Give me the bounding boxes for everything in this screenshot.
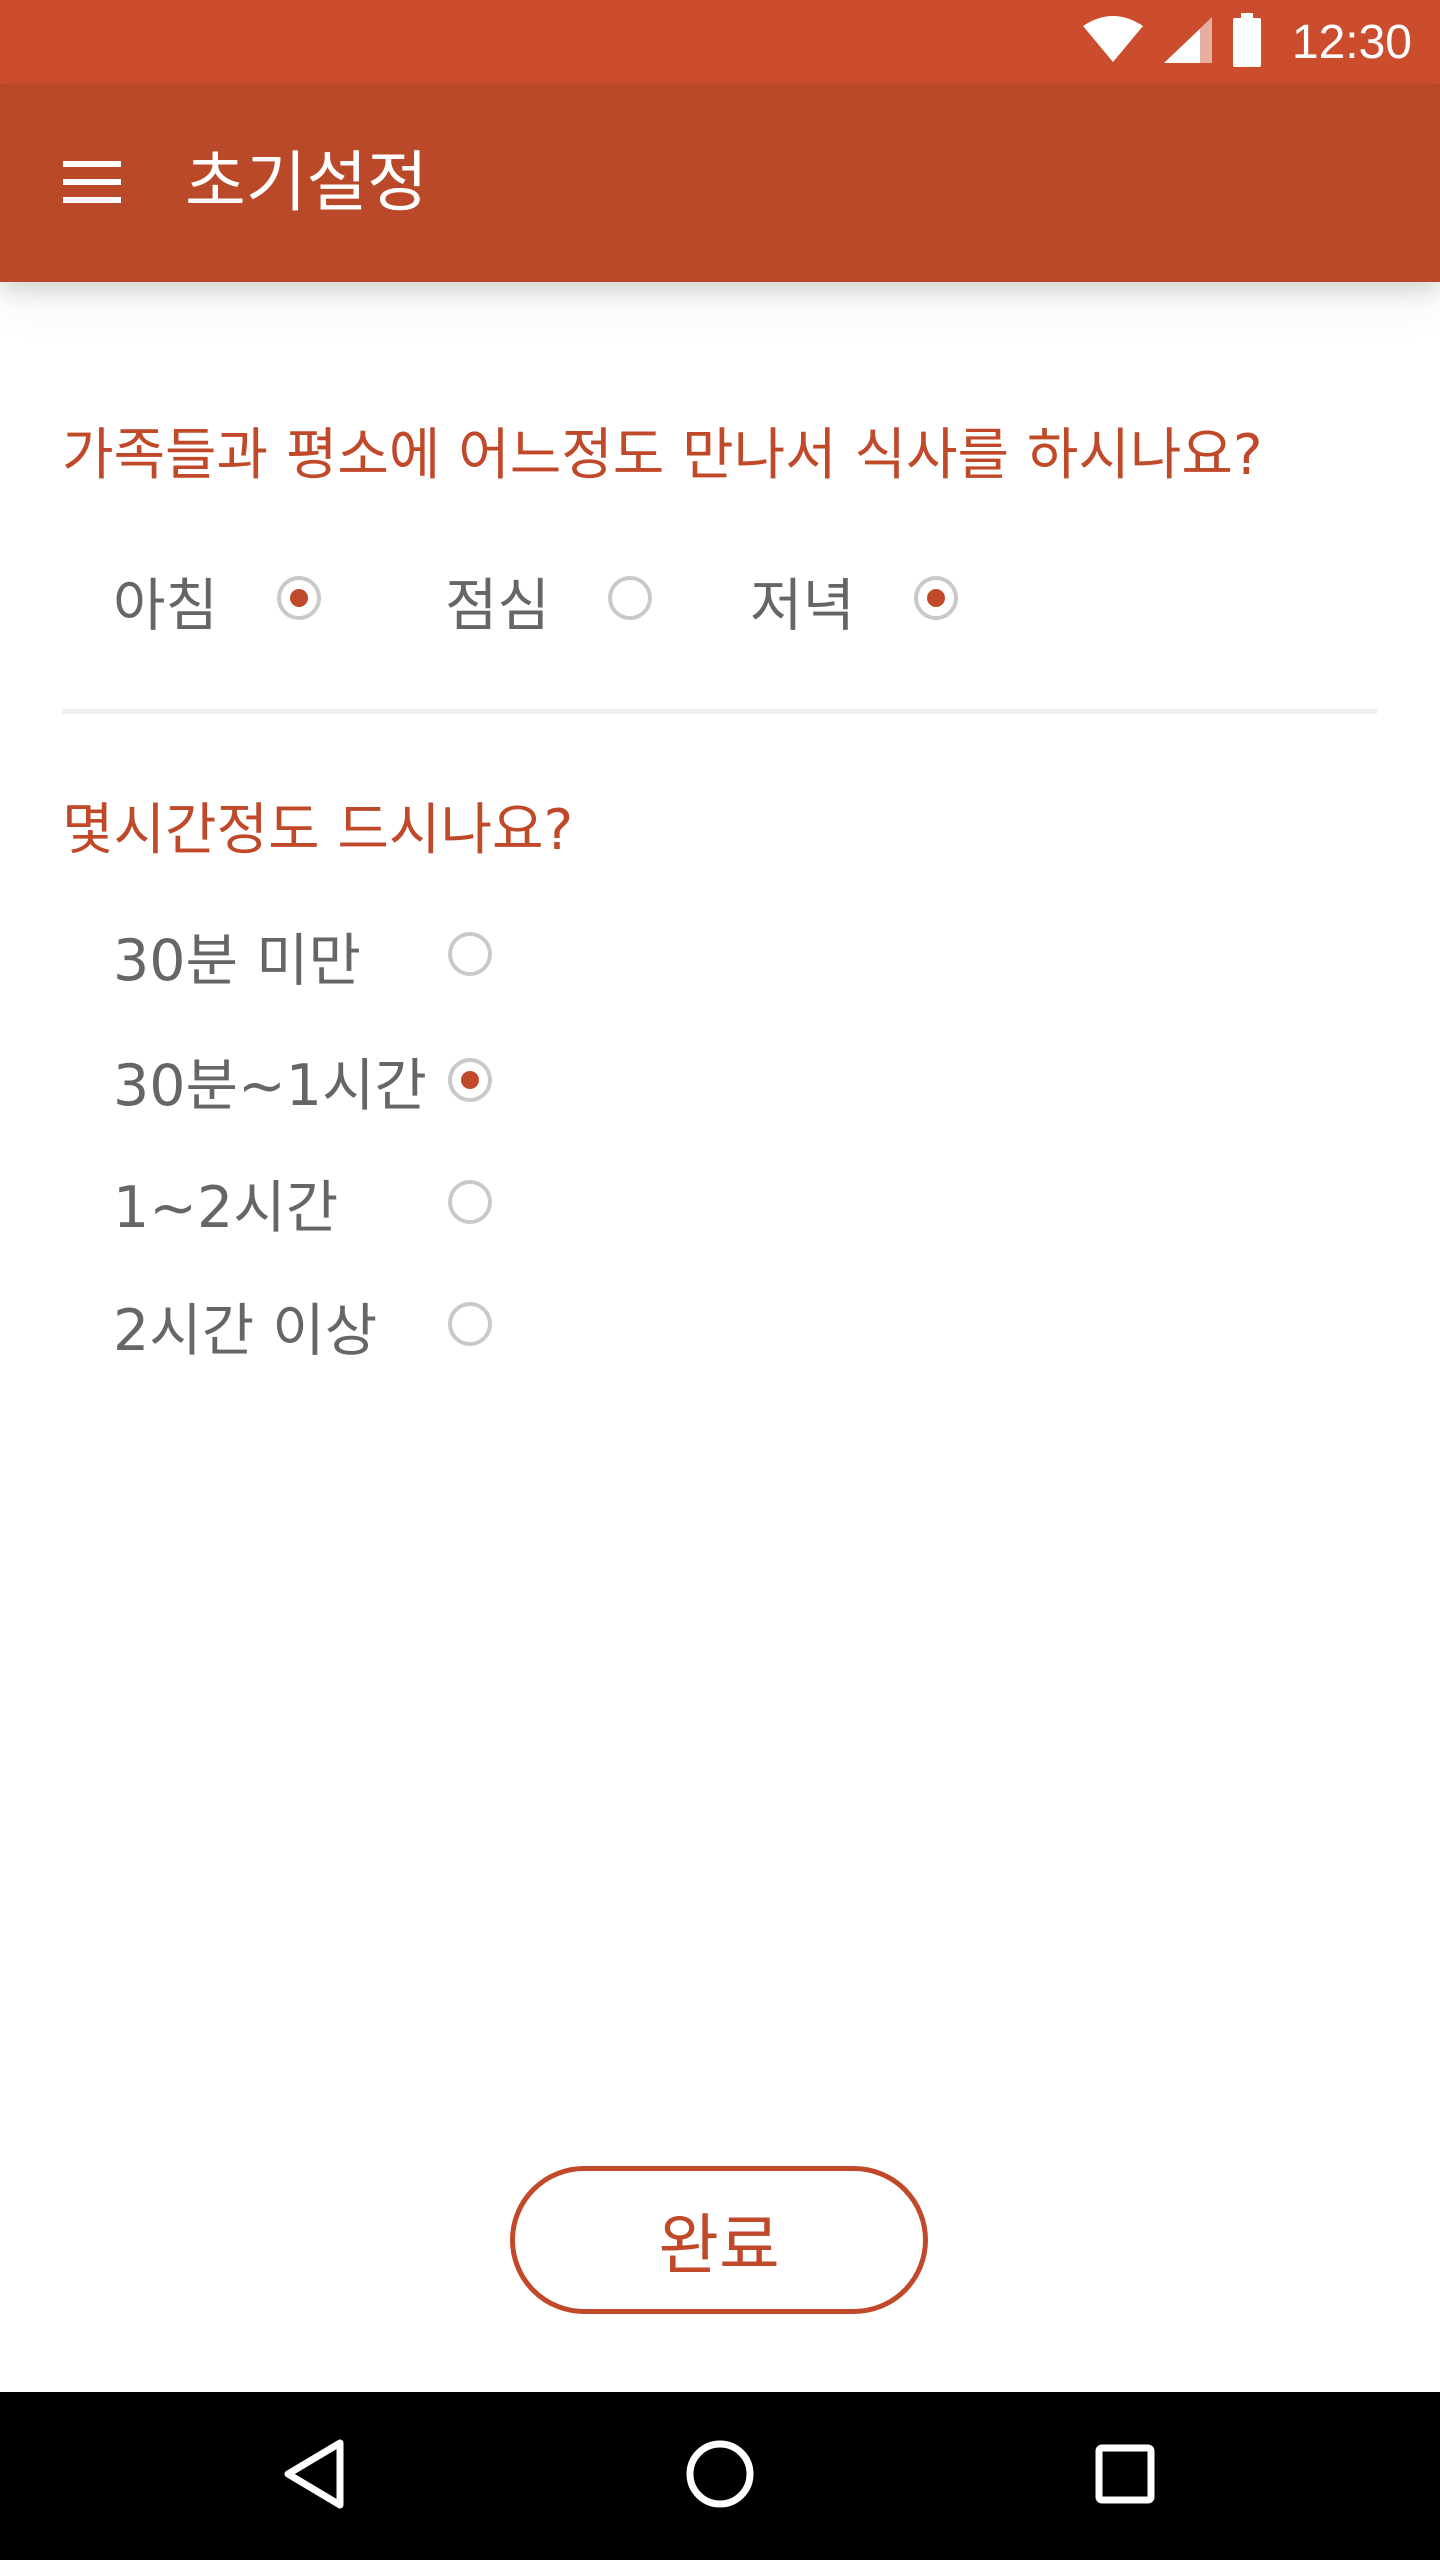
done-button-label: 완료	[658, 2207, 780, 2284]
back-icon	[282, 2439, 346, 2513]
cell-signal-icon	[1162, 15, 1214, 69]
status-icons: 12:30	[1082, 0, 1412, 84]
menu-button[interactable]	[42, 144, 142, 224]
app-title: 초기설정	[185, 144, 428, 221]
option-label: 30분~1시간	[113, 1053, 427, 1119]
radio-dinner[interactable]	[914, 576, 958, 620]
menu-icon	[63, 161, 121, 207]
back-button[interactable]	[264, 2426, 364, 2526]
option-lunch[interactable]: 점심	[445, 560, 550, 642]
option-30min-1hour[interactable]: 30분~1시간	[113, 1040, 427, 1122]
option-over-2hours[interactable]: 2시간 이상	[113, 1285, 377, 1367]
option-1-2hours[interactable]: 1~2시간	[113, 1162, 338, 1244]
option-label: 저녁	[750, 573, 855, 639]
radio-breakfast[interactable]	[277, 576, 321, 620]
question-meal-frequency: 가족들과 평소에 어느정도 만나서 식사를 하시나요?	[62, 423, 1263, 488]
radio-1-2hours[interactable]	[448, 1180, 492, 1224]
option-under-30min[interactable]: 30분 미만	[113, 915, 361, 997]
radio-lunch[interactable]	[608, 576, 652, 620]
option-label: 30분 미만	[113, 928, 361, 994]
status-bar: 12:30	[0, 0, 1440, 84]
home-button[interactable]	[670, 2426, 770, 2526]
home-icon	[685, 2439, 755, 2513]
radio-over-2hours[interactable]	[448, 1302, 492, 1346]
status-time: 12:30	[1291, 15, 1412, 69]
recents-icon	[1095, 2444, 1155, 2508]
section-divider	[62, 709, 1377, 714]
option-breakfast[interactable]: 아침	[113, 560, 218, 642]
navigation-bar	[0, 2392, 1440, 2560]
recents-button[interactable]	[1075, 2426, 1175, 2526]
option-label: 아침	[113, 573, 218, 639]
question-meal-duration: 몇시간정도 드시나요?	[62, 798, 574, 863]
option-dinner[interactable]: 저녁	[750, 560, 855, 642]
radio-under-30min[interactable]	[448, 932, 492, 976]
radio-30min-1hour[interactable]	[448, 1058, 492, 1102]
done-button[interactable]: 완료	[510, 2166, 928, 2314]
option-label: 1~2시간	[113, 1175, 339, 1241]
wifi-icon	[1082, 16, 1144, 68]
app-bar: 초기설정	[0, 84, 1440, 282]
option-label: 점심	[445, 573, 550, 639]
option-label: 2시간 이상	[113, 1298, 378, 1364]
battery-icon	[1232, 13, 1262, 71]
